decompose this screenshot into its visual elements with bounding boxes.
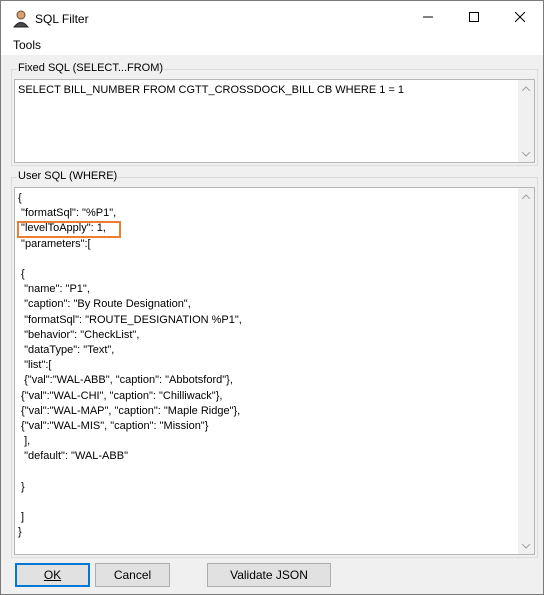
scroll-down-icon[interactable] xyxy=(518,146,534,162)
fixed-sql-textbox[interactable]: SELECT BILL_NUMBER FROM CGTT_CROSSDOCK_B… xyxy=(14,79,535,163)
maximize-button[interactable] xyxy=(451,1,497,35)
close-button[interactable] xyxy=(497,1,543,35)
sql-filter-window: SQL Filter Tools Fixed SQL (SELECT...FRO… xyxy=(0,0,544,595)
cancel-button-label: Cancel xyxy=(113,568,152,582)
user-sql-textbox[interactable]: { "formatSql": "%P1", "levelToApply": 1,… xyxy=(14,187,535,555)
menu-bar: Tools xyxy=(1,35,543,55)
window-title: SQL Filter xyxy=(35,12,89,26)
close-icon xyxy=(514,11,526,25)
minimize-button[interactable] xyxy=(405,1,451,35)
user-sql-scrollbar[interactable] xyxy=(518,188,534,554)
fixed-sql-group: Fixed SQL (SELECT...FROM) SELECT BILL_NU… xyxy=(11,62,538,166)
person-icon xyxy=(12,10,30,28)
minimize-icon xyxy=(423,11,433,25)
user-sql-text: { "formatSql": "%P1", "levelToApply": 1,… xyxy=(18,192,242,539)
scroll-up-icon[interactable] xyxy=(518,80,534,96)
fixed-sql-text: SELECT BILL_NUMBER FROM CGTT_CROSSDOCK_B… xyxy=(18,84,405,96)
highlight-box xyxy=(17,221,121,238)
scroll-up-icon[interactable] xyxy=(518,188,534,204)
validate-json-button[interactable]: Validate JSON xyxy=(207,563,331,587)
maximize-icon xyxy=(469,11,479,25)
scroll-down-icon[interactable] xyxy=(518,538,534,554)
user-sql-group: User SQL (WHERE) { "formatSql": "%P1", "… xyxy=(11,170,538,558)
fixed-sql-label: Fixed SQL (SELECT...FROM) xyxy=(17,62,165,74)
title-bar: SQL Filter xyxy=(1,1,543,35)
validate-json-button-label: Validate JSON xyxy=(230,568,308,582)
ok-button[interactable]: OK xyxy=(15,563,90,587)
ok-button-label: OK xyxy=(43,568,62,582)
menu-tools[interactable]: Tools xyxy=(13,38,41,52)
fixed-sql-scrollbar[interactable] xyxy=(518,80,534,162)
cancel-button[interactable]: Cancel xyxy=(95,563,170,587)
user-sql-label: User SQL (WHERE) xyxy=(17,170,119,182)
